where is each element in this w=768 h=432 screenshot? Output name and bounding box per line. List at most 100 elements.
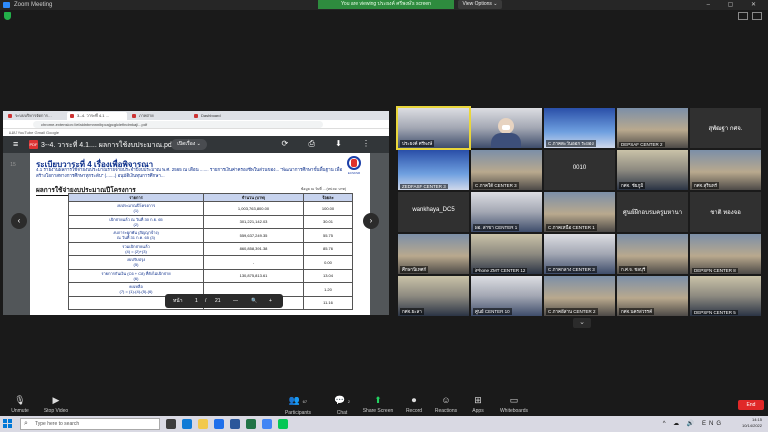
- edge-icon[interactable]: [182, 419, 192, 429]
- url-field[interactable]: chrome-extension://efaidnbmnnnibpcajpcgl…: [33, 121, 323, 128]
- view-options-button[interactable]: View Options ⌄: [458, 0, 502, 9]
- zoom-taskbar-icon[interactable]: [214, 419, 224, 429]
- taskbar-search-input[interactable]: Type here to search: [20, 418, 160, 430]
- participant-tile[interactable]: C ภาคตะวันออก ระยอง: [544, 108, 615, 148]
- participant-tile[interactable]: ZEDFASF CENTER 3: [398, 150, 469, 190]
- view-toggle[interactable]: [734, 12, 762, 20]
- participants-button[interactable]: 👥 67 Participants: [278, 395, 318, 416]
- person-mask: [502, 125, 510, 130]
- participant-tile[interactable]: [471, 108, 542, 148]
- participant-tile[interactable]: กศจ. ชัยภูมิ: [617, 150, 688, 190]
- table-cell-amount: 860,858,391.38: [203, 241, 304, 256]
- participant-name-label: C ภาคตะวันออก ระยอง: [546, 140, 596, 147]
- browser-tab-active[interactable]: 3--4. วาระที่ 4.1 …: [67, 112, 127, 120]
- word-icon[interactable]: [230, 419, 240, 429]
- excel-icon[interactable]: [246, 419, 256, 429]
- table-cell-label: งบปรับปรุง (5): [68, 255, 204, 270]
- participant-name-large: wankhaya_DC5: [412, 207, 455, 213]
- table-cell-pct: 0.00: [303, 255, 353, 270]
- task-view-icon[interactable]: [166, 419, 176, 429]
- participant-tile[interactable]: ศึกษานิเทศก์: [398, 234, 469, 274]
- address-bar: chrome-extension://efaidnbmnnnibpcajpcgl…: [3, 120, 389, 129]
- browser-tab[interactable]: Dashboard: [191, 112, 251, 120]
- reactions-label: Reactions: [434, 408, 458, 414]
- budget-table: รายการ จำนวน (บาท) ร้อยละ งบประมาณปีโครง…: [68, 193, 353, 310]
- chat-icon: 💬 2: [334, 395, 350, 405]
- end-meeting-button[interactable]: End: [738, 400, 764, 410]
- participant-tile[interactable]: กศจ.ยะลา: [398, 276, 469, 316]
- participant-tile[interactable]: กศจ.นครสวรรค์: [617, 276, 688, 316]
- participant-tile[interactable]: DEPSAF CENTER 2: [617, 108, 688, 148]
- participant-tile[interactable]: iPhone ZMT CENTER 12: [471, 234, 542, 274]
- participant-tile[interactable]: ก.ศ.จ. ชลบุรี: [617, 234, 688, 274]
- participant-name-label: ศูนย์ CENTER 10: [473, 308, 512, 315]
- participant-tile[interactable]: ศูนย์ CENTER 10: [471, 276, 542, 316]
- table-cell-amount: 301,221,142.03: [203, 214, 304, 229]
- stop-video-button[interactable]: ▶ Stop Video: [36, 395, 76, 414]
- share-screen-button[interactable]: ⬆ Share Screen: [358, 395, 398, 414]
- prev-page-button[interactable]: ‹: [11, 213, 27, 229]
- zoom-out-button[interactable]: —: [233, 294, 238, 308]
- apps-button[interactable]: ⊞ Apps: [458, 395, 498, 414]
- chrome-icon[interactable]: [262, 419, 272, 429]
- unmute-label: Unmute: [11, 408, 29, 414]
- security-shield-icon[interactable]: [4, 12, 11, 20]
- participant-tile[interactable]: ประยงค์ ศรีพงษ์: [396, 106, 471, 150]
- windows-start-icon[interactable]: [3, 419, 13, 429]
- participants-count: 67: [302, 399, 308, 404]
- participant-name-large: ศูนย์ฝึกอบรมครูมหานา: [622, 210, 683, 216]
- browser-tab[interactable]: ระบบบริหารจัดการ…: [5, 112, 65, 120]
- zoom-in-button[interactable]: +: [269, 294, 272, 308]
- table-cell-pct: 55.75: [303, 228, 353, 243]
- participant-tile[interactable]: DEPSFN CENTER 5: [690, 276, 761, 316]
- fit-dropdown[interactable]: เปิดเรื่อง ⌄: [171, 139, 207, 150]
- fullscreen-icon[interactable]: [752, 12, 762, 20]
- table-cell-label: เบิกจ่ายแล้ว ณ วันที่ 30 ก.ย. 65 (2): [68, 214, 204, 229]
- clock[interactable]: 14:15 10/14/2022: [742, 417, 762, 429]
- menu-icon[interactable]: ≡: [13, 139, 18, 149]
- system-tray-icons[interactable]: ^ ☁ 🔊 ENG: [663, 420, 724, 427]
- bookmarks-bar[interactable]: แอป YouTube Gmail Google: [3, 129, 389, 136]
- participant-name-label: iPhone ZMT CENTER 12: [473, 268, 528, 273]
- participant-name-label: กศจ.ยะลา: [400, 308, 424, 315]
- apps-icon: ⊞: [474, 395, 482, 405]
- unmute-button[interactable]: 🎙 Unmute: [0, 395, 40, 414]
- participant-tile[interactable]: ชาติ ทองจอ: [690, 192, 761, 232]
- participant-name-label: ศึกษานิเทศก์: [400, 266, 429, 273]
- file-explorer-icon[interactable]: [198, 419, 208, 429]
- participant-gallery: ประยงค์ ศรีพงษ์ C ภาคตะวันออก ระยอง DEPSAF…: [396, 106, 762, 316]
- table-cell-pct: 30.01: [303, 214, 353, 229]
- zoom-app-icon: [3, 2, 10, 8]
- participant-name-label: DEPSAF CENTER 2: [619, 142, 665, 147]
- participant-tile[interactable]: C ภาคกลาง CENTER 3: [544, 234, 615, 274]
- participant-name-label: C ภาคกลาง CENTER 3: [546, 266, 597, 273]
- share-screen-label: Share Screen: [362, 408, 394, 414]
- participant-tile[interactable]: C ภาคใต้ CENTER 3: [471, 150, 542, 190]
- window-controls[interactable]: – ▢ ✕: [707, 0, 764, 10]
- page-input[interactable]: 1: [195, 294, 198, 308]
- participant-tile[interactable]: DEPSFN CENTER 8: [690, 234, 761, 274]
- participant-tile[interactable]: สุพัฒฐา กศจ.: [690, 108, 761, 148]
- zoom-icon[interactable]: 🔍: [251, 294, 257, 308]
- whiteboards-button[interactable]: ▭ Whiteboards: [494, 395, 534, 414]
- participant-tile[interactable]: กศจ.สุรินทร์: [690, 150, 761, 190]
- view-icon[interactable]: [738, 12, 748, 20]
- next-page-button[interactable]: ›: [363, 213, 379, 229]
- participant-tile[interactable]: C ภาคอีสาน CENTER 2: [544, 276, 615, 316]
- participant-tile[interactable]: ผอ. สาขา CENTER 1: [471, 192, 542, 232]
- collapse-gallery-button[interactable]: ⌄: [573, 318, 591, 328]
- table-row: งบประมาณปีโครงการ (1) 1,003,763,800.00 100…: [68, 201, 353, 216]
- browser-tab[interactable]: ภาพถ่าย: [129, 112, 189, 120]
- pdf-toolbar-icons[interactable]: ⟳ ⎙ ⬇ ⋮: [282, 139, 379, 149]
- page-total: 21: [215, 298, 221, 304]
- line-icon[interactable]: [278, 419, 288, 429]
- table-cell-label: งบประมาณปีโครงการ (1): [68, 201, 204, 216]
- participant-tile[interactable]: C ภาคเหนือ CENTER 1: [544, 192, 615, 232]
- participant-tile[interactable]: 0010: [544, 150, 615, 190]
- participant-tile[interactable]: ศูนย์ฝึกอบรมครูมหานา: [617, 192, 688, 232]
- chat-button[interactable]: 💬 2 Chat: [322, 395, 362, 416]
- page-separator: /: [205, 298, 207, 304]
- video-icon: ▶: [52, 395, 60, 405]
- table-cell-pct: 11.16: [303, 295, 353, 310]
- participant-tile[interactable]: wankhaya_DC5: [398, 192, 469, 232]
